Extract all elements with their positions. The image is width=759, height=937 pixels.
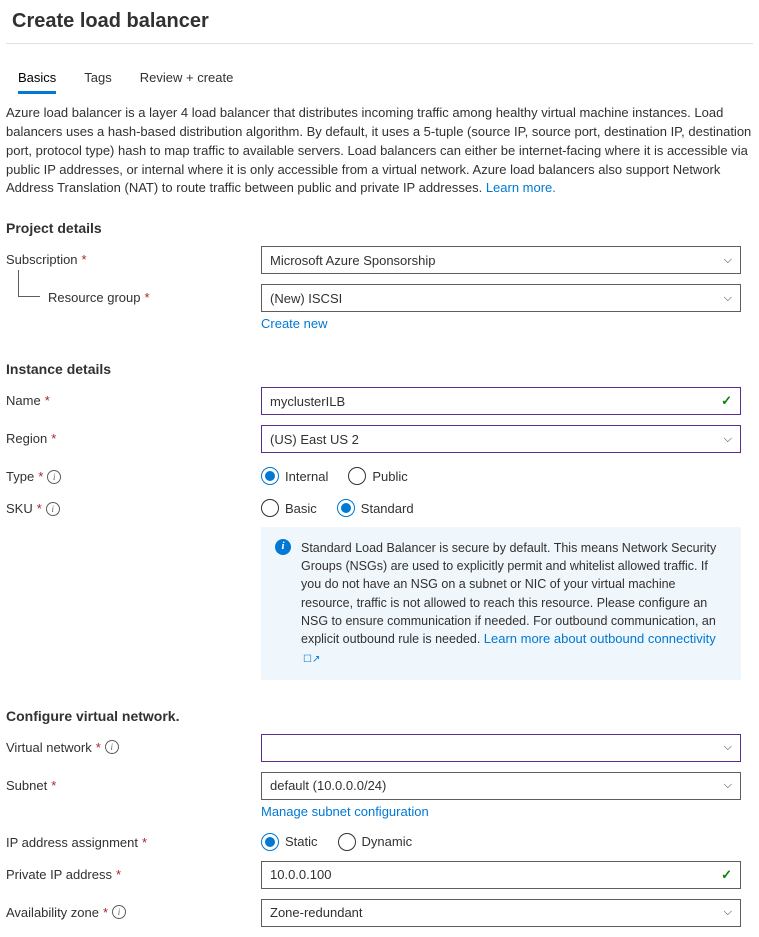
required-marker: * [116, 867, 121, 882]
required-marker: * [103, 905, 108, 920]
ip-dynamic-label: Dynamic [362, 834, 413, 849]
ip-static-label: Static [285, 834, 318, 849]
vnet-select[interactable]: ⌵ [261, 734, 741, 762]
type-internal-radio[interactable]: Internal [261, 467, 328, 485]
vnet-label: Virtual network [6, 740, 92, 755]
chevron-down-icon: ⌵ [724, 292, 732, 305]
tab-bar: Basics Tags Review + create [6, 64, 753, 94]
tab-tags[interactable]: Tags [84, 64, 111, 94]
subscription-select[interactable]: Microsoft Azure Sponsorship ⌵ [261, 246, 741, 274]
ip-static-radio[interactable]: Static [261, 833, 318, 851]
page-title: Create load balancer [6, 0, 753, 43]
instance-details-heading: Instance details [6, 361, 753, 377]
manage-subnet-link[interactable]: Manage subnet configuration [261, 804, 429, 819]
type-public-radio[interactable]: Public [348, 467, 407, 485]
ip-dynamic-radio[interactable]: Dynamic [338, 833, 413, 851]
required-marker: * [96, 740, 101, 755]
info-icon: i [275, 539, 291, 555]
info-icon[interactable]: i [46, 502, 60, 516]
type-label: Type [6, 469, 34, 484]
ip-assignment-label: IP address assignment [6, 835, 138, 850]
sku-standard-radio[interactable]: Standard [337, 499, 414, 517]
description-body: Azure load balancer is a layer 4 load ba… [6, 105, 751, 195]
sku-standard-label: Standard [361, 501, 414, 516]
chevron-down-icon: ⌵ [724, 906, 732, 919]
check-icon: ✓ [721, 393, 732, 409]
subnet-label: Subnet [6, 778, 47, 793]
configure-vnet-heading: Configure virtual network. [6, 708, 753, 724]
subnet-select[interactable]: default (10.0.0.0/24) ⌵ [261, 772, 741, 800]
info-icon[interactable]: i [47, 470, 61, 484]
private-ip-value: 10.0.0.100 [270, 867, 331, 882]
availability-zone-value: Zone-redundant [270, 905, 363, 920]
name-value: myclusterILB [270, 394, 345, 409]
required-marker: * [38, 469, 43, 484]
chevron-down-icon: ⌵ [724, 254, 732, 267]
subnet-value: default (10.0.0.0/24) [270, 778, 386, 793]
name-label: Name [6, 393, 41, 408]
sku-basic-radio[interactable]: Basic [261, 499, 317, 517]
learn-more-link[interactable]: Learn more. [486, 180, 556, 195]
external-link-icon: ☐↗ [303, 654, 320, 665]
required-marker: * [37, 501, 42, 516]
sku-basic-label: Basic [285, 501, 317, 516]
region-value: (US) East US 2 [270, 432, 359, 447]
project-details-heading: Project details [6, 220, 753, 236]
create-new-link[interactable]: Create new [261, 316, 327, 331]
name-input[interactable]: myclusterILB ✓ [261, 387, 741, 415]
private-ip-label: Private IP address [6, 867, 112, 882]
tab-review[interactable]: Review + create [140, 64, 234, 94]
required-marker: * [142, 835, 147, 850]
tab-basics[interactable]: Basics [18, 64, 56, 94]
resource-group-label: Resource group [48, 290, 141, 305]
chevron-down-icon: ⌵ [724, 433, 732, 446]
availability-zone-select[interactable]: Zone-redundant ⌵ [261, 899, 741, 927]
required-marker: * [82, 252, 87, 267]
outbound-link-label: Learn more about outbound connectivity [484, 631, 716, 646]
description-text: Azure load balancer is a layer 4 load ba… [6, 104, 753, 198]
region-label: Region [6, 431, 47, 446]
resource-group-select[interactable]: (New) ISCSI ⌵ [261, 284, 741, 312]
divider [6, 43, 753, 44]
required-marker: * [51, 778, 56, 793]
subscription-value: Microsoft Azure Sponsorship [270, 253, 435, 268]
private-ip-input[interactable]: 10.0.0.100 ✓ [261, 861, 741, 889]
region-select[interactable]: (US) East US 2 ⌵ [261, 425, 741, 453]
chevron-down-icon: ⌵ [724, 741, 732, 754]
check-icon: ✓ [721, 867, 732, 883]
availability-zone-label: Availability zone [6, 905, 99, 920]
required-marker: * [51, 431, 56, 446]
sku-label: SKU [6, 501, 33, 516]
type-internal-label: Internal [285, 469, 328, 484]
required-marker: * [145, 290, 150, 305]
info-icon[interactable]: i [105, 740, 119, 754]
info-icon[interactable]: i [112, 905, 126, 919]
required-marker: * [45, 393, 50, 408]
chevron-down-icon: ⌵ [724, 779, 732, 792]
sku-infobox: i Standard Load Balancer is secure by de… [261, 527, 741, 679]
type-public-label: Public [372, 469, 407, 484]
resource-group-value: (New) ISCSI [270, 291, 342, 306]
subscription-label: Subscription [6, 252, 78, 267]
